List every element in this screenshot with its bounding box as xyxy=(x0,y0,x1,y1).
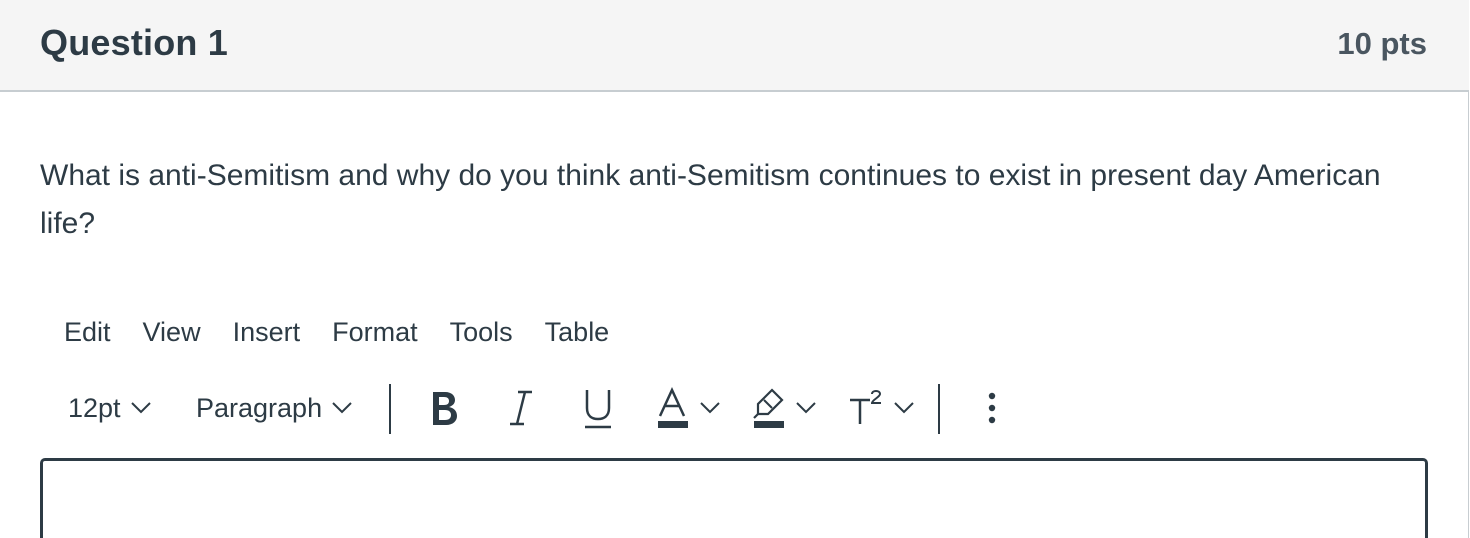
menu-table[interactable]: Table xyxy=(529,312,626,352)
more-vertical-icon xyxy=(988,392,996,424)
toolbar-separator xyxy=(389,384,391,434)
highlight-button[interactable] xyxy=(752,380,816,436)
menu-edit[interactable]: Edit xyxy=(48,312,127,352)
italic-button[interactable] xyxy=(508,380,534,436)
italic-icon xyxy=(510,390,532,426)
chevron-down-icon xyxy=(894,402,914,414)
question-title: Question 1 xyxy=(40,22,229,63)
text-color-icon xyxy=(658,387,688,428)
font-size-value: 12pt xyxy=(68,392,121,423)
bold-button[interactable] xyxy=(428,380,462,436)
underline-icon xyxy=(585,390,611,429)
menu-tools[interactable]: Tools xyxy=(434,312,529,352)
text-color-button[interactable] xyxy=(656,380,720,436)
question-card: Question 1 10 pts What is anti-Semitism … xyxy=(0,0,1469,538)
chevron-down-icon xyxy=(130,402,151,414)
superscript-button[interactable] xyxy=(848,380,914,436)
highlight-icon xyxy=(753,388,784,428)
menu-format[interactable]: Format xyxy=(316,312,434,352)
question-header: Question 1 10 pts xyxy=(0,0,1469,92)
block-format-dropdown[interactable]: Paragraph xyxy=(196,380,352,436)
toolbar-separator xyxy=(938,384,940,434)
underline-button[interactable] xyxy=(582,380,614,436)
chevron-down-icon xyxy=(796,402,816,414)
bold-icon xyxy=(433,392,457,425)
font-size-dropdown[interactable]: 12pt xyxy=(68,380,151,436)
question-text: What is anti-Semitism and why do you thi… xyxy=(40,159,1381,240)
menu-insert[interactable]: Insert xyxy=(217,312,317,352)
rich-text-editor-area[interactable] xyxy=(40,458,1428,538)
menu-view[interactable]: View xyxy=(127,312,217,352)
more-options-button[interactable] xyxy=(984,380,1000,436)
chevron-down-icon xyxy=(700,402,720,414)
question-points: 10 pts xyxy=(1337,26,1427,61)
chevron-down-icon xyxy=(332,402,352,414)
block-format-value: Paragraph xyxy=(196,392,323,423)
superscript-icon xyxy=(850,390,882,424)
editor-menubar: Edit View Insert Format Tools Table xyxy=(48,312,625,352)
